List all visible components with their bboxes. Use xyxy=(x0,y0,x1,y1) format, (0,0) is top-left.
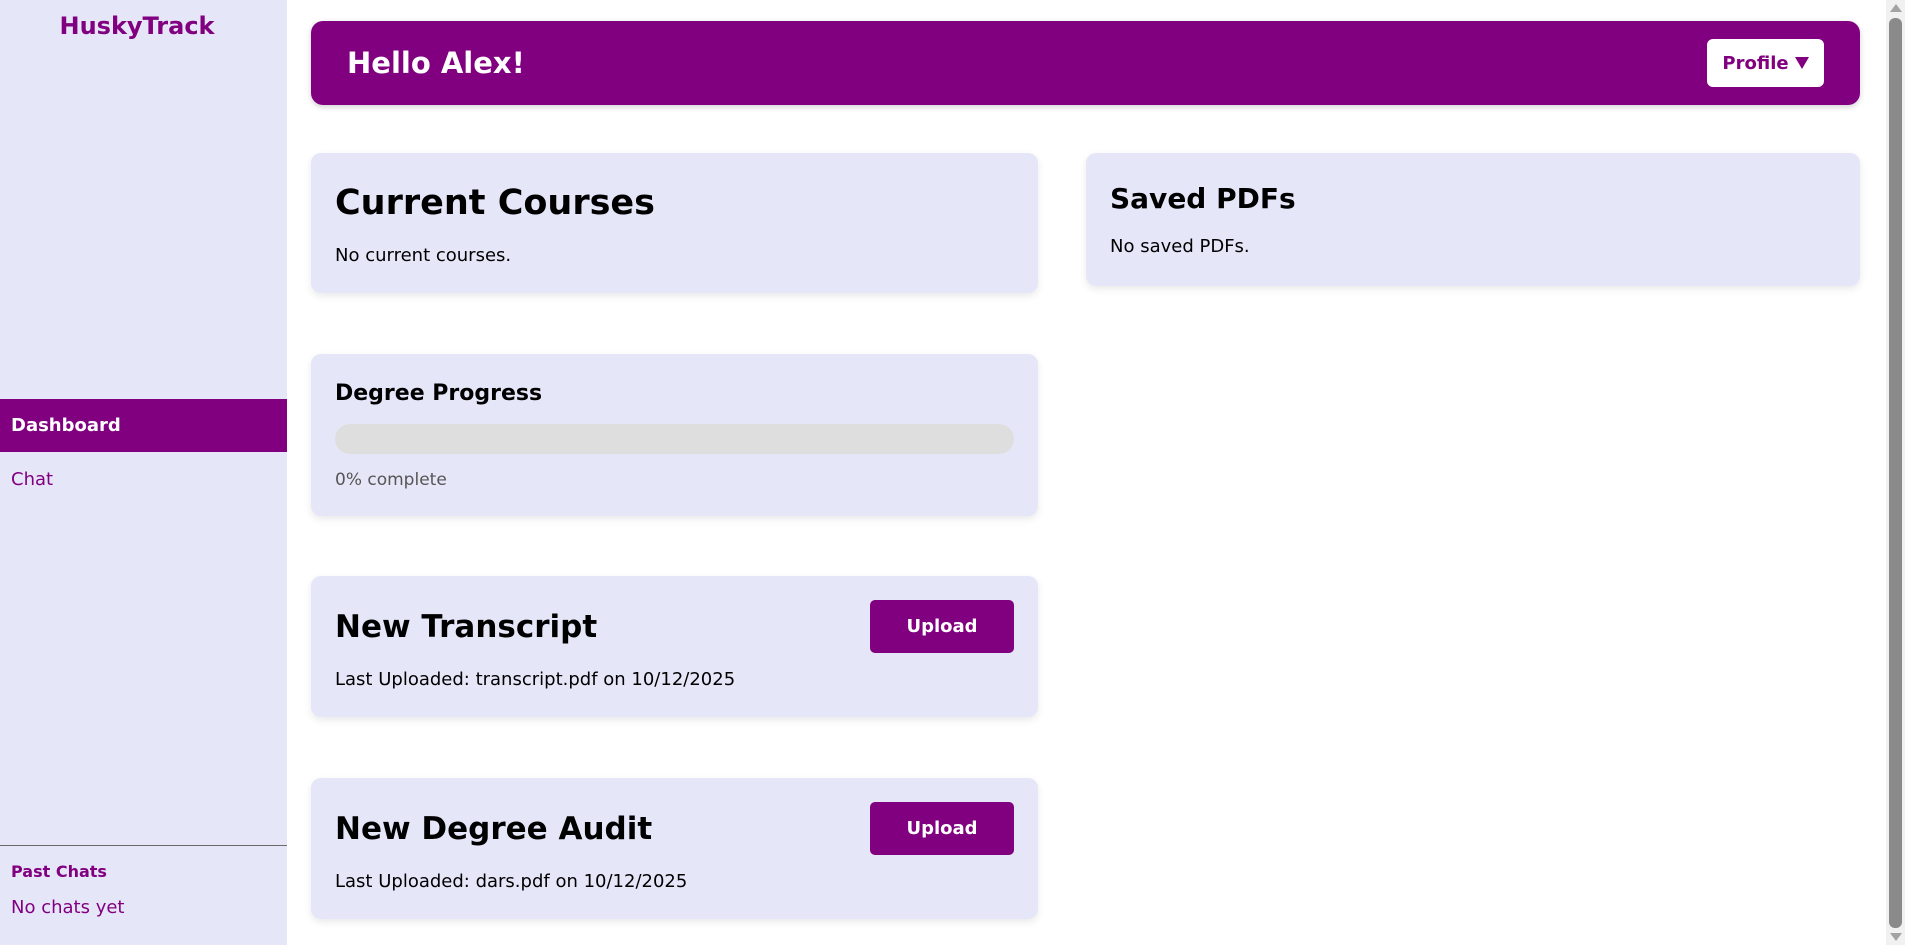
saved-pdfs-title: Saved PDFs xyxy=(1110,182,1296,215)
greeting-title: Hello Alex! xyxy=(347,46,525,80)
profile-button-label: Profile xyxy=(1722,52,1789,74)
saved-pdfs-card: Saved PDFs No saved PDFs. xyxy=(1086,153,1860,286)
new-degree-audit-title: New Degree Audit xyxy=(335,811,653,847)
current-courses-empty-text: No current courses. xyxy=(335,245,512,266)
new-degree-audit-card: New Degree Audit Upload Last Uploaded: d… xyxy=(311,778,1038,919)
past-chats-section: Past Chats No chats yet xyxy=(0,845,287,945)
sidebar-item-dashboard[interactable]: Dashboard xyxy=(0,399,287,452)
new-transcript-title: New Transcript xyxy=(335,609,598,645)
saved-pdfs-empty-text: No saved PDFs. xyxy=(1110,236,1250,257)
caret-down-icon xyxy=(1794,57,1809,69)
page-scrollbar[interactable] xyxy=(1886,0,1905,945)
transcript-last-uploaded: Last Uploaded: transcript.pdf on 10/12/2… xyxy=(335,669,736,690)
brand-logo[interactable]: HuskyTrack xyxy=(0,12,274,40)
profile-button[interactable]: Profile xyxy=(1707,39,1824,87)
new-transcript-card: New Transcript Upload Last Uploaded: tra… xyxy=(311,576,1038,717)
degree-audit-last-uploaded: Last Uploaded: dars.pdf on 10/12/2025 xyxy=(335,871,688,892)
app-root: HuskyTrack Dashboard Chat Past Chats No … xyxy=(0,0,1905,945)
degree-progress-bar xyxy=(335,424,1014,454)
sidebar-item-chat[interactable]: Chat xyxy=(0,453,287,506)
sidebar: HuskyTrack Dashboard Chat Past Chats No … xyxy=(0,0,287,945)
scroll-down-arrow-icon[interactable] xyxy=(1890,933,1902,941)
degree-progress-status: 0% complete xyxy=(335,470,447,490)
current-courses-title: Current Courses xyxy=(335,183,656,223)
degree-progress-card: Degree Progress 0% complete xyxy=(311,354,1038,516)
past-chats-empty-text: No chats yet xyxy=(11,897,125,918)
current-courses-card: Current Courses No current courses. xyxy=(311,153,1038,293)
scrollbar-thumb[interactable] xyxy=(1889,18,1902,928)
transcript-upload-button[interactable]: Upload xyxy=(870,600,1014,653)
degree-audit-upload-button[interactable]: Upload xyxy=(870,802,1014,855)
degree-progress-title: Degree Progress xyxy=(335,381,543,406)
header-bar: Hello Alex! Profile xyxy=(311,21,1860,105)
scroll-up-arrow-icon[interactable] xyxy=(1890,4,1902,12)
past-chats-title: Past Chats xyxy=(11,862,107,881)
